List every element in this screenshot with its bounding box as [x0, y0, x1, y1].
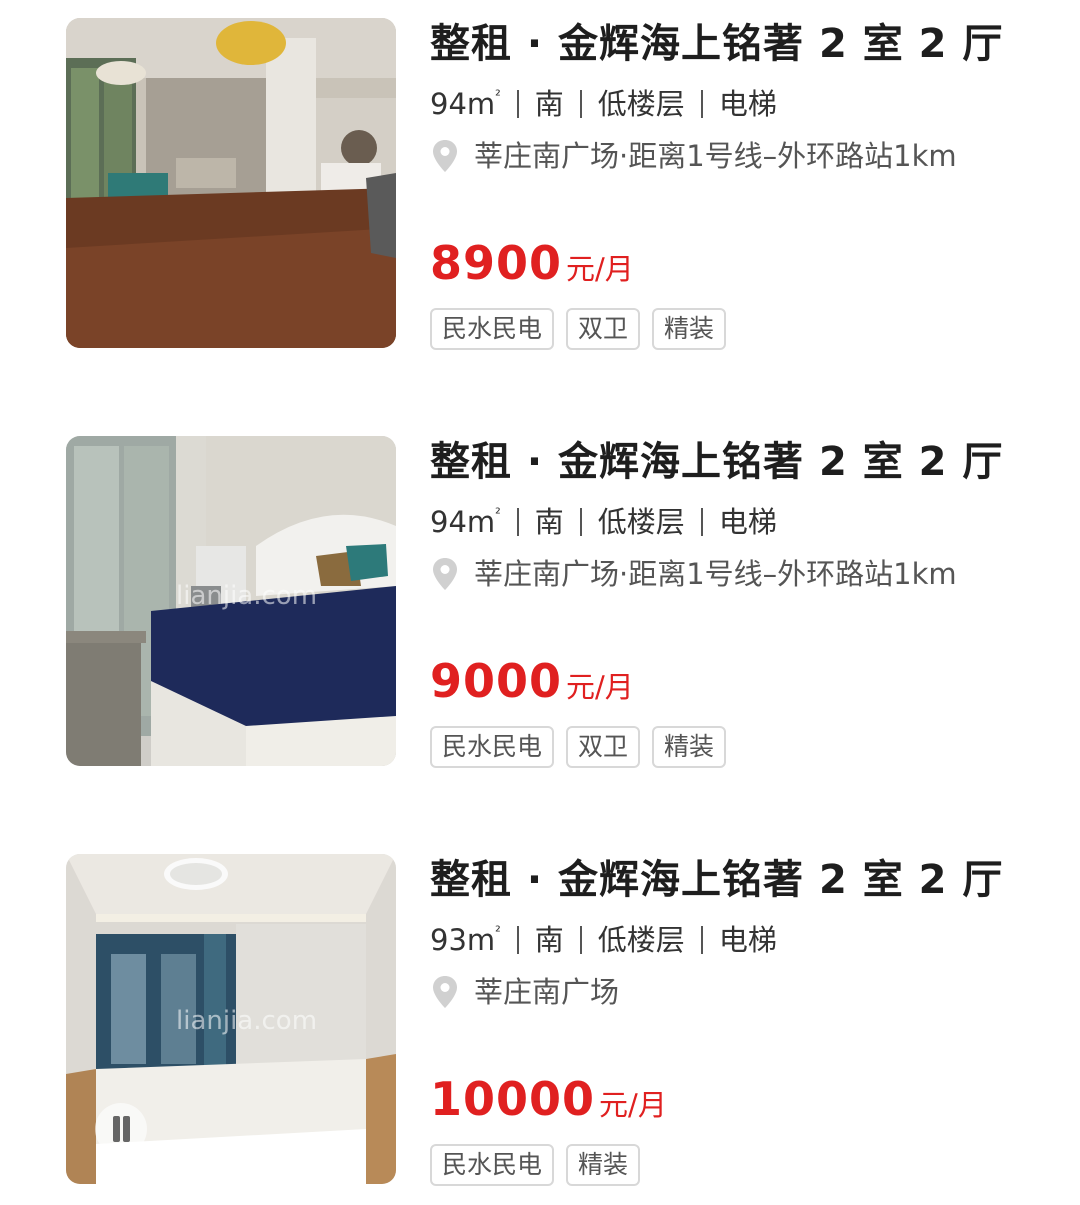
location-text: 莘庄南广场·距离1号线–外环路站1km [474, 139, 957, 173]
divider [700, 926, 703, 954]
listing-title[interactable]: 整租 · 金辉海上铭著 2 室 2 厅 [430, 854, 1070, 906]
location-pin-icon [433, 558, 457, 590]
divider [516, 926, 519, 954]
listing-title[interactable]: 整租 · 金辉海上铭著 2 室 2 厅 [430, 18, 1070, 70]
price-unit: 元/月 [599, 1088, 667, 1122]
listing-card[interactable]: lianjia.com 整租 · 金辉海上铭著 2 室 2 厅 94m² 南低楼层… [0, 436, 1080, 776]
divider [700, 90, 703, 118]
price: 10000 [430, 1072, 596, 1126]
area: 94m [430, 87, 496, 121]
price-row: 10000 元/月 [430, 1072, 667, 1126]
listing-info: 整租 · 金辉海上铭著 2 室 2 厅 94m² 南低楼层 电梯 莘庄南广场·距离1… [430, 18, 1070, 350]
listing-meta: 94m² 南低楼层 电梯 [430, 76, 1070, 124]
tag-list: 民水民电 精装 [430, 1144, 641, 1186]
listing-location: 莘庄南广场 [430, 972, 1070, 1012]
tag-list: 民水民电 双卫 精装 [430, 726, 727, 768]
tag: 精装 [652, 726, 727, 768]
listing-info: 整租 · 金辉海上铭著 2 室 2 厅 93m² 南低楼层 电梯 莘庄南广场 100… [430, 854, 1070, 1186]
price-unit: 元/月 [566, 252, 634, 286]
location-text: 莘庄南广场·距离1号线–外环路站1km [474, 557, 957, 591]
location-pin-icon [433, 140, 457, 172]
listing-meta: 93m² 南低楼层 电梯 [430, 912, 1070, 960]
price: 8900 [430, 236, 563, 290]
orientation: 南 [534, 87, 564, 121]
tag: 民水民电 [430, 1144, 555, 1186]
tag: 精装 [652, 308, 727, 350]
listing-title[interactable]: 整租 · 金辉海上铭著 2 室 2 厅 [430, 436, 1070, 488]
watermark: lianjia.com [176, 1006, 317, 1036]
tag-list: 民水民电 双卫 精装 [430, 308, 727, 350]
tag: 民水民电 [430, 308, 555, 350]
price-row: 9000 元/月 [430, 654, 634, 708]
elevator: 电梯 [718, 923, 777, 957]
tag: 民水民电 [430, 726, 555, 768]
listing-location: 莘庄南广场·距离1号线–外环路站1km [430, 554, 1070, 594]
listing-photo[interactable]: lianjia.com [66, 854, 396, 1184]
area-unit-sup: ² [495, 924, 501, 940]
location-text: 莘庄南广场 [474, 975, 620, 1009]
listing-meta: 94m² 南低楼层 电梯 [430, 494, 1070, 542]
elevator: 电梯 [718, 87, 777, 121]
divider [579, 90, 582, 118]
divider [516, 90, 519, 118]
listing-card[interactable]: 整租 · 金辉海上铭著 2 室 2 厅 94m² 南低楼层 电梯 莘庄南广场·距离1… [0, 18, 1080, 358]
orientation: 南 [534, 923, 564, 957]
divider [579, 508, 582, 536]
floor: 低楼层 [597, 923, 685, 957]
orientation: 南 [534, 505, 564, 539]
elevator: 电梯 [718, 505, 777, 539]
video-play-icon[interactable] [95, 1103, 147, 1155]
tag: 精装 [566, 1144, 641, 1186]
area-unit-sup: ² [495, 88, 501, 104]
price: 9000 [430, 654, 563, 708]
price-unit: 元/月 [566, 670, 634, 704]
location-pin-icon [433, 976, 457, 1008]
tag: 双卫 [566, 308, 641, 350]
price-row: 8900 元/月 [430, 236, 634, 290]
listing-info: 整租 · 金辉海上铭著 2 室 2 厅 94m² 南低楼层 电梯 莘庄南广场·距离1… [430, 436, 1070, 768]
listing-card[interactable]: lianjia.com 整租 · 金辉海上铭著 2 室 2 厅 93m² 南低楼层… [0, 854, 1080, 1194]
watermark: lianjia.com [176, 581, 317, 611]
listing-photo[interactable] [66, 18, 396, 348]
area: 94m [430, 505, 496, 539]
listing-photo[interactable]: lianjia.com [66, 436, 396, 766]
divider [700, 508, 703, 536]
floor: 低楼层 [597, 87, 685, 121]
divider [579, 926, 582, 954]
divider [516, 508, 519, 536]
tag: 双卫 [566, 726, 641, 768]
floor: 低楼层 [597, 505, 685, 539]
area: 93m [430, 923, 496, 957]
listing-location: 莘庄南广场·距离1号线–外环路站1km [430, 136, 1070, 176]
area-unit-sup: ² [495, 506, 501, 522]
